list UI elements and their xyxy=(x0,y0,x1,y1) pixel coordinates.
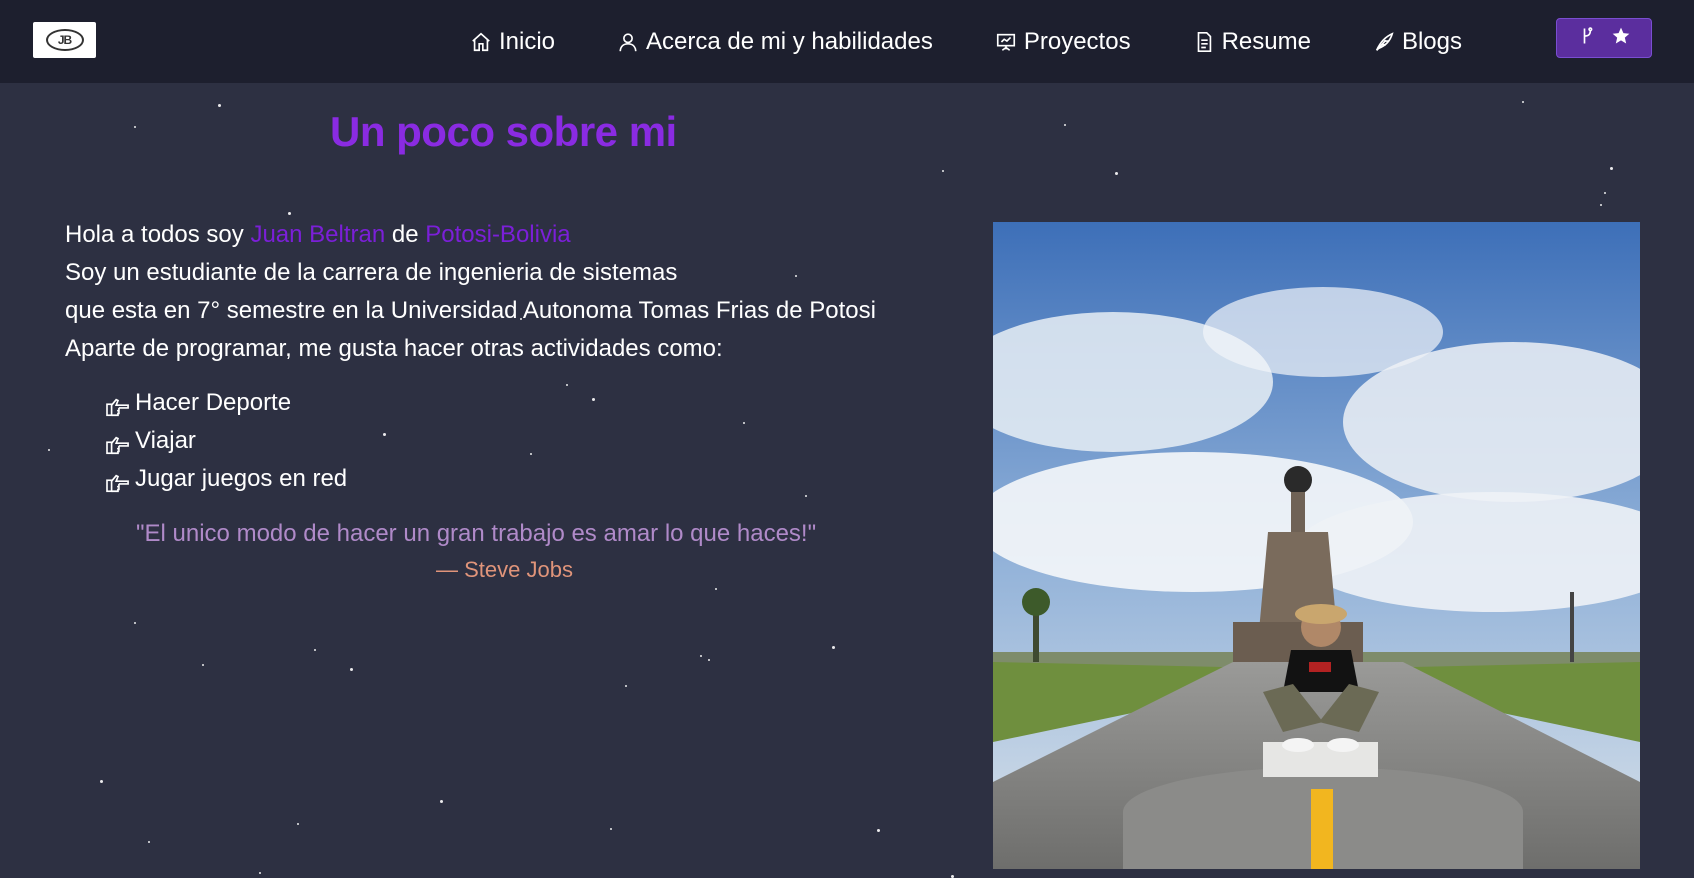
pointing-hand-icon xyxy=(105,392,131,417)
star xyxy=(877,829,880,832)
profile-photo-monument xyxy=(993,222,1640,869)
star xyxy=(1610,167,1613,170)
quote-author: — Steve Jobs xyxy=(436,557,573,582)
star xyxy=(743,422,745,424)
intro-line-1: Hola a todos soy Juan Beltran de Potosi-… xyxy=(65,216,965,254)
star xyxy=(148,841,150,843)
page-title: Un poco sobre mi xyxy=(330,108,677,155)
connector-text: de xyxy=(385,221,426,248)
nav-item-label: Acerca de mi y habilidades xyxy=(646,27,933,55)
star xyxy=(715,588,717,590)
nav-item-label: Resume xyxy=(1221,27,1311,55)
star xyxy=(383,433,386,436)
star xyxy=(530,453,532,455)
git-fork-icon xyxy=(1577,26,1597,51)
nav-item-label: Inicio xyxy=(499,27,556,55)
star xyxy=(1604,192,1606,194)
star xyxy=(708,659,710,661)
star xyxy=(1115,172,1118,175)
star-icon xyxy=(1611,26,1631,51)
nav-item-label: Blogs xyxy=(1401,27,1462,55)
presentation-icon xyxy=(995,31,1017,53)
home-icon xyxy=(470,31,492,53)
nav-item-label: Proyectos xyxy=(1023,27,1131,55)
star xyxy=(297,823,299,825)
star xyxy=(832,646,835,649)
star xyxy=(202,664,204,666)
activity-label: Hacer Deporte xyxy=(135,389,292,416)
nav-item-inicio[interactable]: Inicio xyxy=(470,28,555,56)
list-item: Viajar xyxy=(105,422,347,460)
list-item: Hacer Deporte xyxy=(105,384,347,422)
star xyxy=(700,655,702,657)
star xyxy=(1064,124,1066,126)
intro-line-2: Soy un estudiante de la carrera de ingen… xyxy=(65,259,678,286)
nav-links: Inicio Acerca de mi y habilidades Proyec… xyxy=(470,0,1524,83)
star xyxy=(288,212,291,215)
star xyxy=(805,495,807,497)
feather-icon xyxy=(1373,31,1395,53)
author-name: Juan Beltran xyxy=(250,221,386,248)
about-page: JB Inicio Acerca de mi y habilidades Pro… xyxy=(0,0,1694,878)
list-item: Jugar juegos en red xyxy=(105,460,347,498)
star xyxy=(48,449,50,451)
star xyxy=(218,104,221,107)
quote-text: "El unico modo de hacer un gran trabajo … xyxy=(136,520,817,547)
star xyxy=(440,800,443,803)
nav-item-resume[interactable]: Resume xyxy=(1193,28,1311,56)
star xyxy=(134,126,136,128)
intro-line-4: Aparte de programar, me gusta hacer otra… xyxy=(65,335,723,362)
star xyxy=(350,668,353,671)
star xyxy=(314,649,316,651)
star xyxy=(100,780,103,783)
star xyxy=(566,384,568,386)
intro-paragraph: Hola a todos soy Juan Beltran de Potosi-… xyxy=(65,216,965,368)
star xyxy=(134,622,136,624)
logo[interactable]: JB xyxy=(33,22,96,58)
star xyxy=(1600,204,1602,206)
star xyxy=(625,685,627,687)
intro-line-3: que esta en 7° semestre en la Universida… xyxy=(65,297,876,324)
pointing-hand-icon xyxy=(105,468,131,493)
activity-label: Jugar juegos en red xyxy=(135,465,348,492)
activity-label: Viajar xyxy=(135,427,196,454)
activities-list: Hacer Deporte Viajar Jugar juegos en red xyxy=(105,384,347,498)
author-location: Potosi-Bolivia xyxy=(425,221,571,248)
pointing-hand-icon xyxy=(105,430,131,455)
star xyxy=(259,872,261,874)
navbar: JB Inicio Acerca de mi y habilidades Pro… xyxy=(0,0,1694,83)
nav-item-blogs[interactable]: Blogs xyxy=(1373,28,1462,56)
profile-photo xyxy=(993,222,1640,869)
star xyxy=(610,828,612,830)
star xyxy=(1522,101,1524,103)
github-fork-star-button[interactable] xyxy=(1556,18,1652,58)
logo-mark: JB xyxy=(45,29,84,51)
document-icon xyxy=(1193,31,1215,53)
star xyxy=(942,170,944,172)
greeting-text: Hola a todos soy xyxy=(65,221,251,248)
nav-item-proyectos[interactable]: Proyectos xyxy=(995,28,1131,56)
user-icon xyxy=(617,31,639,53)
star xyxy=(592,398,595,401)
nav-item-acerca[interactable]: Acerca de mi y habilidades xyxy=(617,28,933,56)
